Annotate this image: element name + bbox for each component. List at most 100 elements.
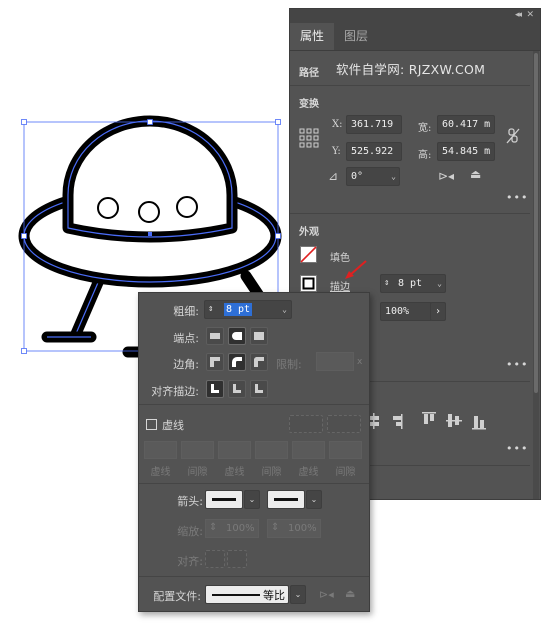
divider [139, 576, 369, 577]
flip-horizontal-icon[interactable]: ⊳◂ [438, 169, 454, 183]
start-scale-input[interactable]: ⇕ 100% [205, 519, 259, 538]
gap-2-label: 间隙 [261, 467, 282, 478]
width-input[interactable]: 60.417 m [437, 115, 495, 134]
angle-input[interactable]: 0° ⌄ [346, 167, 400, 186]
chevron-right-icon[interactable]: › [430, 302, 446, 321]
flip-vertical-icon[interactable]: ⏏ [470, 167, 481, 181]
y-input[interactable]: 525.922 [346, 142, 402, 161]
rotate-angle-icon: ⊿ [328, 169, 339, 183]
limit-input[interactable] [316, 352, 354, 371]
stepper-icon: ⇕ [271, 522, 280, 533]
stepper-icon: ⇕ [209, 522, 218, 533]
more-options-icon[interactable]: ••• [506, 358, 528, 371]
x-label: X: [332, 119, 343, 130]
projecting-cap-button[interactable] [250, 327, 268, 345]
end-scale-input[interactable]: ⇕ 100% [267, 519, 321, 538]
link-constrain-icon[interactable] [506, 128, 520, 144]
divider [290, 213, 530, 214]
dash-3-label: 虚线 [298, 467, 319, 478]
tab-layers[interactable]: 图层 [334, 23, 378, 50]
stroke-swatch[interactable] [300, 275, 317, 292]
collapse-icon[interactable]: ◂◂ [515, 10, 522, 20]
dash-1-label: 虚线 [150, 467, 171, 478]
cap-label: 端点: [173, 332, 199, 345]
align-buttons-row[interactable] [370, 411, 520, 431]
limit-suffix: x [357, 357, 363, 367]
round-cap-button[interactable] [228, 327, 246, 345]
weight-label: 粗细: [173, 305, 199, 318]
tab-properties[interactable]: 属性 [290, 23, 335, 50]
round-join-button[interactable] [228, 353, 246, 371]
dashed-checkbox[interactable] [146, 419, 157, 430]
arrow-place-button[interactable] [227, 550, 247, 568]
profile-value: 等比 [263, 589, 285, 602]
butt-cap-button[interactable] [206, 327, 224, 345]
height-label: 高: [418, 150, 432, 161]
limit-label: 限制: [276, 358, 302, 371]
arrow-align-label: 对齐: [177, 555, 203, 568]
chevron-down-icon[interactable]: ⌄ [282, 301, 287, 318]
dash-1-input[interactable] [144, 441, 177, 459]
dash-align-corners-button[interactable] [327, 415, 361, 433]
weight-input[interactable]: ⇕ 8 pt ⌄ [204, 300, 292, 319]
start-scale-value: 100% [226, 523, 255, 534]
chevron-down-icon[interactable]: ⌄ [437, 275, 442, 292]
x-input[interactable]: 361.719 [346, 115, 402, 134]
opacity-input[interactable]: 100% [380, 302, 432, 321]
stroke-flyout-panel: 粗细: ⇕ 8 pt ⌄ 端点: 边角: 限制: x 对齐描边: 虚线 虚线 间… [138, 292, 370, 612]
divider [139, 404, 369, 405]
angle-value: 0° [351, 171, 364, 182]
path-value: 软件自学网: RJZXW.COM [336, 62, 486, 77]
transform-title: 变换 [299, 99, 319, 110]
chevron-down-icon[interactable]: ⌄ [306, 490, 322, 509]
stepper-icon[interactable]: ⇕ [384, 275, 389, 292]
dash-2-input[interactable] [218, 441, 251, 459]
end-scale-value: 100% [288, 523, 317, 534]
weight-value[interactable]: 8 pt [224, 303, 253, 316]
stroke-weight-value: 8 pt [398, 278, 423, 289]
divider [290, 85, 530, 86]
more-options-icon[interactable]: ••• [506, 442, 528, 455]
appearance-title: 外观 [299, 227, 319, 238]
flip-across-icon[interactable]: ⏏ [345, 587, 355, 600]
gap-3-label: 间隙 [335, 467, 356, 478]
chevron-down-icon[interactable]: ⌄ [244, 490, 260, 509]
profile-select[interactable]: 等比 [205, 585, 289, 604]
align-inside-button[interactable] [228, 380, 246, 398]
dash-preserve-button[interactable] [289, 415, 323, 433]
close-icon[interactable]: ✕ [526, 10, 534, 20]
more-options-icon[interactable]: ••• [506, 191, 528, 204]
corner-label: 边角: [173, 358, 199, 371]
divider [139, 483, 369, 484]
align-center-button[interactable] [206, 380, 224, 398]
arrow-extend-button[interactable] [205, 550, 225, 568]
align-outside-button[interactable] [250, 380, 268, 398]
chevron-down-icon[interactable]: ⌄ [391, 168, 396, 185]
bevel-join-button[interactable] [250, 353, 268, 371]
chevron-down-icon[interactable]: ⌄ [290, 585, 306, 604]
flip-along-icon[interactable]: ⊳◂ [319, 588, 334, 601]
ufo-left-leg[interactable] [41, 272, 106, 343]
reference-point-icon[interactable] [299, 128, 319, 148]
dashed-label: 虚线 [162, 419, 184, 432]
end-arrowhead-select[interactable] [267, 490, 305, 509]
miter-join-button[interactable] [206, 353, 224, 371]
gap-2-input[interactable] [255, 441, 288, 459]
fill-none-swatch[interactable] [300, 246, 317, 263]
panel-title-bar[interactable]: ◂◂ ✕ [290, 9, 540, 23]
stroke-weight-input[interactable]: ⇕ 8 pt ⌄ [380, 274, 446, 293]
align-stroke-label: 对齐描边: [151, 385, 199, 398]
height-input[interactable]: 54.845 m [437, 142, 495, 161]
path-label: 路径 [299, 68, 319, 79]
start-arrowhead-select[interactable] [205, 490, 243, 509]
panel-tab-strip: 属性 图层 [290, 23, 540, 51]
scale-label: 缩放: [177, 525, 203, 538]
panel-scroll-thumb[interactable] [534, 53, 538, 393]
gap-3-input[interactable] [329, 441, 362, 459]
stepper-icon[interactable]: ⇕ [208, 301, 213, 318]
gap-1-label: 间隙 [187, 467, 208, 478]
gap-1-input[interactable] [181, 441, 214, 459]
dash-3-input[interactable] [292, 441, 325, 459]
arrowhead-label: 箭头: [177, 495, 203, 508]
dash-2-label: 虚线 [224, 467, 245, 478]
